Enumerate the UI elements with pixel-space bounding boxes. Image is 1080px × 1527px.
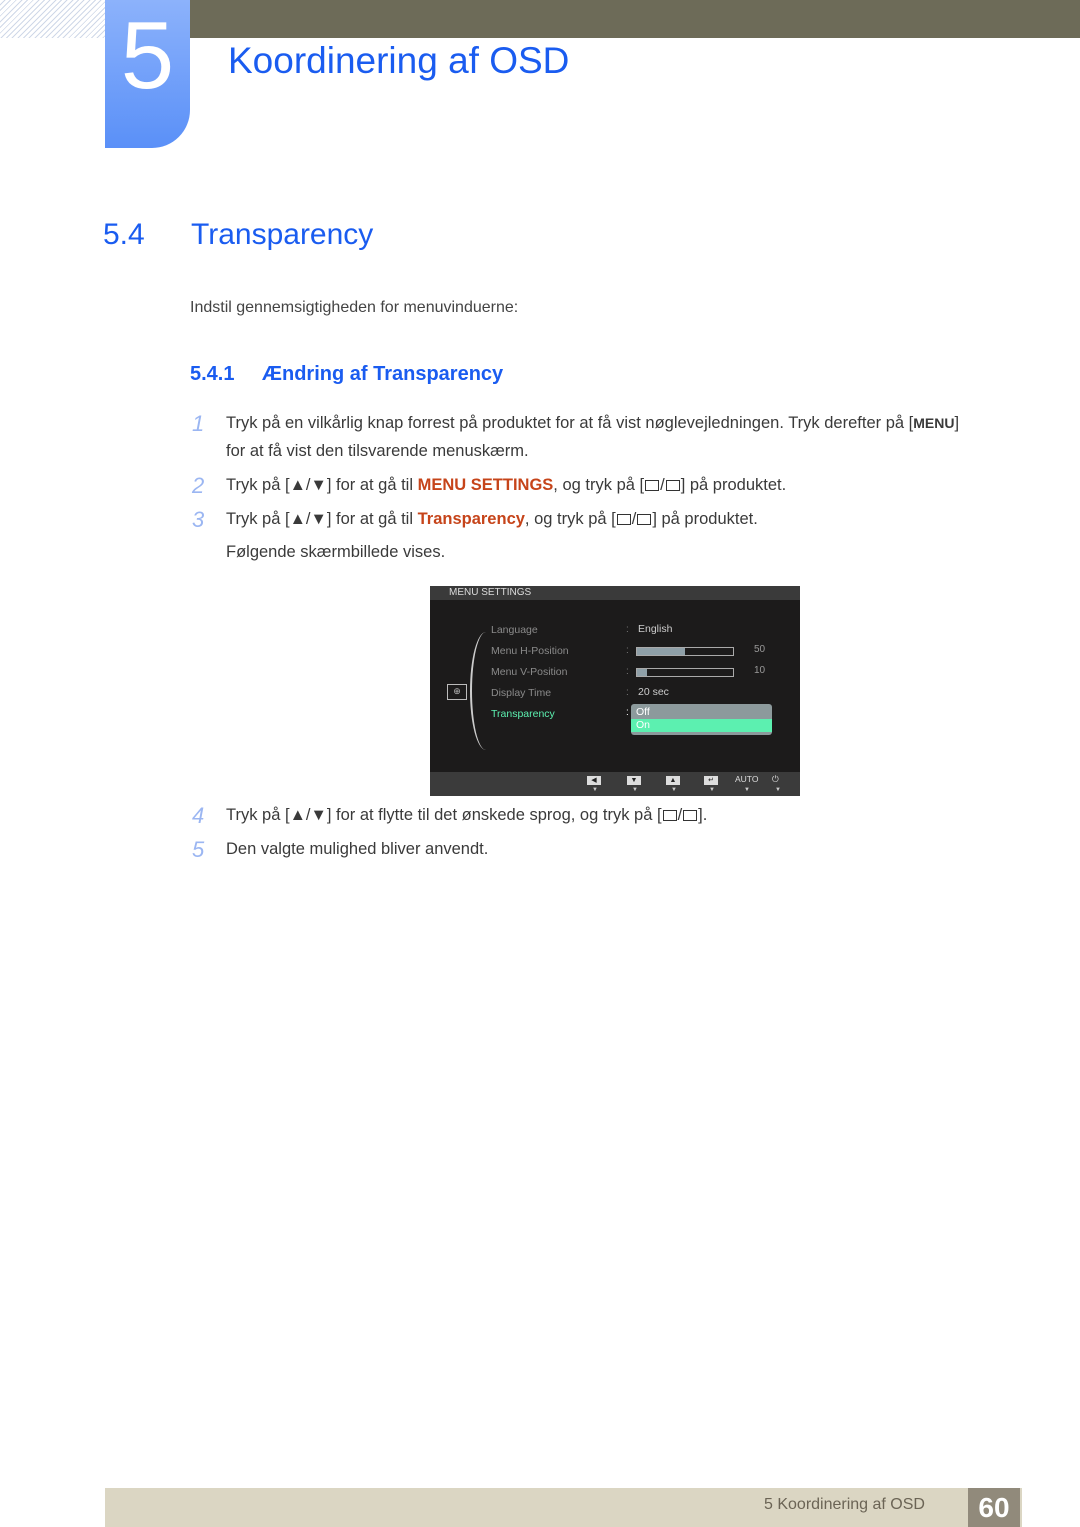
enter-icon: [637, 514, 652, 525]
enter-button-icon: ↵: [704, 776, 718, 785]
up-button-icon: ▲: [666, 776, 680, 785]
section-number: 5.4: [103, 218, 145, 251]
step-text-part: ] på produktet.: [680, 476, 787, 494]
osd-row-display-time: Display Time: [491, 687, 552, 699]
section-heading: 5.4 Transparency: [103, 218, 373, 252]
colon: :: [626, 666, 629, 677]
osd-value-display-time: 20 sec: [638, 686, 669, 698]
h-position-bar: [636, 647, 734, 656]
arrow-icon: ▼: [709, 787, 715, 793]
osd-value-language: English: [638, 623, 673, 635]
step-text-part: Tryk på [▲/▼] for at gå til: [226, 510, 418, 528]
step-text-part: , og tryk på [: [553, 476, 645, 494]
section-intro: Indstil gennemsigtigheden for menuvindue…: [190, 299, 519, 316]
step-text: for at få vist den tilsvarende menuskærm…: [226, 442, 529, 460]
step-number: 5: [192, 837, 205, 862]
step-text-part: , og tryk på [: [524, 510, 616, 528]
footer-chapter: 5 Koordinering af OSD: [764, 1496, 925, 1513]
step-number: 2: [192, 473, 205, 498]
subsection-heading: 5.4.1 Ændring af Transparency: [190, 363, 503, 386]
step-text-part: ].: [698, 806, 708, 824]
osd-row-language: Language: [491, 624, 538, 636]
step-text: Tryk på [▲/▼] for at gå til Transparency…: [226, 510, 758, 528]
subsection-title: Ændring af Transparency: [262, 363, 504, 385]
osd-button-bar: ◀ ▼ ▲ ↵ AUTO ⏻ ▼ ▼ ▼ ▼ ▼ ▼: [430, 772, 800, 796]
decorative-hatch: [0, 0, 105, 38]
enter-icon: [683, 810, 698, 821]
osd-row-v-position: Menu V-Position: [491, 666, 568, 678]
step-text-part: Tryk på en vilkårlig knap forrest på pro…: [226, 414, 914, 432]
source-icon: [662, 810, 677, 821]
chapter-number-badge: 5: [105, 0, 190, 148]
auto-button-label: AUTO: [735, 774, 759, 784]
arrow-icon: ▼: [632, 787, 638, 793]
highlight-menu-settings: MENU SETTINGS: [417, 476, 554, 494]
step-text: Tryk på en vilkårlig knap forrest på pro…: [226, 414, 959, 433]
step-text-part: Tryk på [▲/▼] for at flytte til det ønsk…: [226, 806, 662, 824]
top-bar: [190, 0, 1080, 38]
osd-header: MENU SETTINGS: [430, 586, 800, 600]
highlight-transparency: Transparency: [417, 510, 525, 528]
page-number: 60: [968, 1488, 1020, 1527]
arrow-icon: ▼: [592, 787, 598, 793]
subsection-number: 5.4.1: [190, 363, 235, 385]
step-text-part: ] på produktet.: [652, 510, 758, 528]
step-number: 4: [192, 803, 205, 828]
step-number: 3: [192, 507, 205, 532]
v-position-value: 10: [754, 665, 766, 676]
step-text: Følgende skærmbillede vises.: [226, 543, 446, 561]
menu-key: MENU: [913, 415, 955, 431]
option-on: On: [631, 719, 772, 732]
chapter-title: Koordinering af OSD: [228, 40, 570, 81]
enter-icon: [665, 480, 680, 491]
v-position-bar: [636, 668, 734, 677]
left-button-icon: ◀: [587, 776, 601, 785]
osd-row-transparency: Transparency: [491, 708, 555, 720]
source-icon: [645, 480, 660, 491]
option-off: Off: [636, 706, 650, 718]
arrow-icon: ▼: [671, 787, 677, 793]
colon: :: [626, 645, 629, 656]
power-button-icon: ⏻: [772, 774, 779, 784]
arrow-icon: ▼: [744, 787, 750, 793]
section-title: Transparency: [191, 218, 374, 251]
position-icon: ⊕: [447, 684, 467, 700]
colon: :: [626, 687, 629, 698]
step-text-part: Tryk på [▲/▼] for at gå til: [226, 476, 418, 494]
step-text: Tryk på [▲/▼] for at flytte til det ønsk…: [226, 806, 708, 824]
osd-row-h-position: Menu H-Position: [491, 645, 569, 657]
down-button-icon: ▼: [627, 776, 641, 785]
step-text: Tryk på [▲/▼] for at gå til MENU SETTING…: [226, 476, 787, 494]
arrow-icon: ▼: [775, 787, 781, 793]
transparency-dropdown: Off On: [631, 704, 772, 735]
step-text: Den valgte mulighed bliver anvendt.: [226, 840, 489, 858]
source-icon: [616, 514, 631, 525]
osd-screenshot: MENU SETTINGS ⊕ Language : English Menu …: [430, 586, 800, 796]
step-number: 1: [192, 411, 205, 436]
h-position-fill: [637, 648, 685, 655]
h-position-value: 50: [754, 644, 766, 655]
colon: :: [626, 624, 629, 635]
step-text-part: ]: [954, 414, 960, 432]
colon: :: [626, 707, 629, 718]
v-position-fill: [637, 669, 647, 676]
